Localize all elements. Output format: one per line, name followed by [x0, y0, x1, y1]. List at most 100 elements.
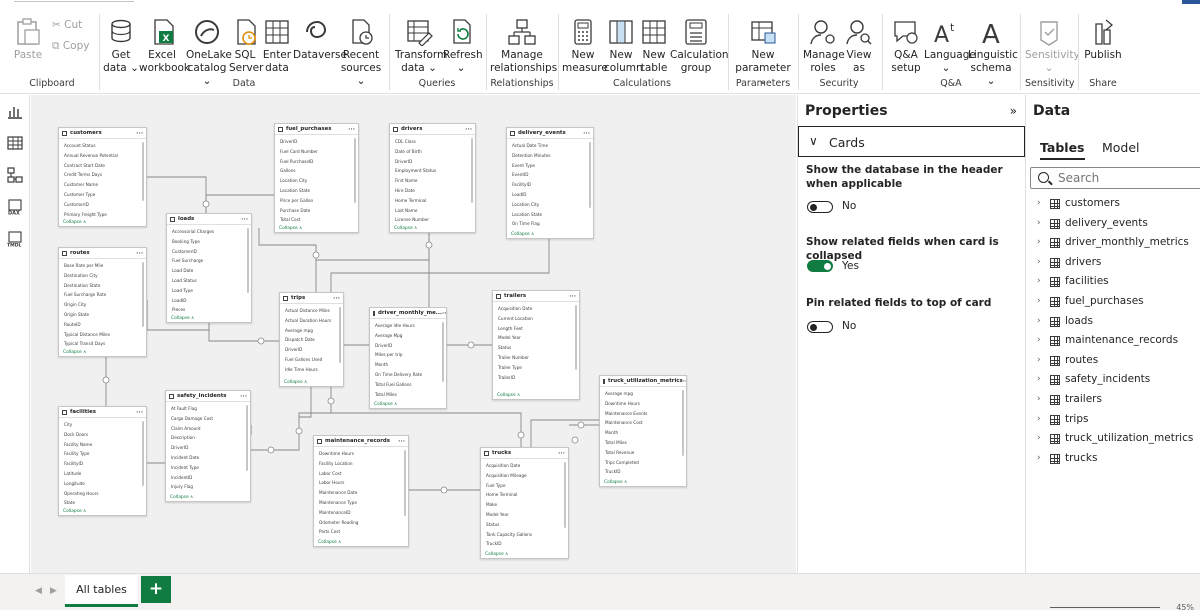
- data-table-item[interactable]: › trips: [1037, 412, 1197, 430]
- tab-model[interactable]: Model: [1102, 140, 1140, 155]
- field-item[interactable]: CustomerID: [172, 247, 246, 257]
- field-item[interactable]: On Time Flag: [512, 219, 588, 229]
- field-item[interactable]: Maintenance Events: [605, 409, 681, 419]
- collapse-link[interactable]: Collapse ∧: [63, 350, 86, 355]
- field-item[interactable]: Claim Amount: [171, 424, 245, 434]
- table-card-header[interactable]: routes ···: [59, 248, 146, 259]
- qa-setup-button[interactable]: Q&A setup: [888, 18, 924, 75]
- field-item[interactable]: Downtime Hours: [319, 449, 403, 459]
- field-item[interactable]: Home Terminal: [395, 196, 470, 206]
- field-item[interactable]: Trips Completed: [605, 458, 681, 468]
- collapse-link[interactable]: Collapse ∧: [279, 226, 302, 231]
- cardinality-marker[interactable]: [440, 486, 448, 494]
- more-options-icon[interactable]: ···: [569, 293, 576, 300]
- card-scrollbar[interactable]: [142, 262, 144, 327]
- collapse-link[interactable]: Collapse ∧: [497, 393, 520, 398]
- field-item[interactable]: Account Status: [64, 141, 141, 151]
- field-item[interactable]: Maintenance Type: [319, 498, 403, 508]
- tmdl-icon[interactable]: TMDL: [7, 231, 23, 247]
- field-item[interactable]: Total Revenue: [605, 448, 681, 458]
- table-card-fuel-purchases[interactable]: fuel_purchases ··· DriverID Fuel Card Numbe…: [274, 123, 359, 233]
- enter-data-button[interactable]: Enter data: [262, 18, 292, 75]
- field-item[interactable]: Actual Distance Miles: [285, 306, 338, 316]
- field-item[interactable]: Total Miles: [375, 390, 441, 400]
- relationship-line[interactable]: [530, 419, 599, 447]
- field-item[interactable]: Maintenance Date: [319, 488, 403, 498]
- field-item[interactable]: IncidentID: [171, 473, 245, 483]
- field-item[interactable]: DriverID: [280, 137, 353, 147]
- field-item[interactable]: FacilityID: [64, 459, 141, 469]
- field-item[interactable]: Location State: [512, 210, 588, 220]
- field-item[interactable]: Make: [486, 500, 563, 510]
- cardinality-marker[interactable]: [517, 431, 525, 439]
- more-options-icon[interactable]: ···: [241, 216, 248, 223]
- field-item[interactable]: DriverID: [171, 443, 245, 453]
- search-input[interactable]: [1058, 170, 1198, 186]
- table-card-trailers[interactable]: trailers ··· Acquisition Date Current Locat…: [492, 290, 580, 400]
- field-item[interactable]: Fuel Card Number: [280, 147, 353, 157]
- field-item[interactable]: Model Year: [498, 333, 574, 343]
- chevron-right-icon[interactable]: ›: [1037, 257, 1041, 267]
- data-table-item[interactable]: › fuel_purchases: [1037, 294, 1197, 312]
- paste-button[interactable]: Paste: [10, 18, 46, 62]
- field-item[interactable]: RouteID: [64, 320, 141, 330]
- cards-section-header[interactable]: ∨ Cards: [798, 126, 1025, 157]
- model-view-icon[interactable]: [7, 167, 23, 183]
- field-item[interactable]: Trailer Number: [498, 353, 574, 363]
- cardinality-marker[interactable]: [295, 427, 303, 435]
- transform-data-button[interactable]: Transform data ⌄: [395, 18, 447, 75]
- field-item[interactable]: Price per Gallon: [280, 196, 353, 206]
- table-card-truck-utilization-metrics[interactable]: truck_utilization_metrics···Average mpgD…: [599, 375, 687, 487]
- relationship-line[interactable]: [330, 239, 550, 292]
- table-card-header[interactable]: trailers ···: [493, 291, 579, 302]
- field-item[interactable]: Load Date: [172, 266, 246, 276]
- collapse-link[interactable]: Collapse ∧: [170, 495, 193, 500]
- field-item[interactable]: Hire Date: [395, 186, 470, 196]
- calculation-group-button[interactable]: Calculation group: [670, 18, 729, 75]
- card-scrollbar[interactable]: [246, 405, 248, 471]
- card-scrollbar[interactable]: [247, 228, 249, 293]
- field-item[interactable]: Fuel PurchaseID: [280, 157, 353, 167]
- report-view-icon[interactable]: [7, 103, 23, 119]
- tab-all-tables[interactable]: All tables: [65, 575, 138, 607]
- field-item[interactable]: Actual Date Time: [512, 141, 588, 151]
- tab-tables[interactable]: Tables: [1040, 140, 1085, 160]
- field-item[interactable]: Detention Minutes: [512, 151, 588, 161]
- chevron-right-icon[interactable]: ›: [1037, 218, 1041, 228]
- field-item[interactable]: Typical Distance Miles: [64, 330, 141, 340]
- field-item[interactable]: Annual Revenue Potential: [64, 151, 141, 161]
- table-card-header[interactable]: trips ···: [280, 293, 343, 304]
- chevron-right-icon[interactable]: ›: [1037, 453, 1041, 463]
- field-item[interactable]: Facility Name: [64, 440, 141, 450]
- field-item[interactable]: Cargo Damage Cost: [171, 414, 245, 424]
- card-scrollbar[interactable]: [339, 307, 341, 363]
- field-item[interactable]: TrailerID: [498, 373, 574, 383]
- next-page-arrow[interactable]: ▶: [50, 586, 57, 596]
- field-item[interactable]: Average Idle Hours: [375, 321, 441, 331]
- field-item[interactable]: Parts Cost: [319, 527, 403, 537]
- cardinality-marker[interactable]: [577, 421, 585, 429]
- field-item[interactable]: City: [64, 420, 141, 430]
- field-item[interactable]: Destination City: [64, 271, 141, 281]
- card-scrollbar[interactable]: [564, 462, 566, 528]
- cardinality-marker[interactable]: [467, 341, 475, 349]
- table-card-delivery-events[interactable]: delivery_events ··· Actual Date Time Detent…: [506, 127, 594, 239]
- chevron-right-icon[interactable]: ›: [1037, 414, 1041, 424]
- field-item[interactable]: LoadID: [512, 190, 588, 200]
- field-item[interactable]: FacilityID: [512, 180, 588, 190]
- field-item[interactable]: Date of Birth: [395, 147, 470, 157]
- field-item[interactable]: Acquisition Mileage: [486, 471, 563, 481]
- card-scrollbar[interactable]: [471, 138, 473, 203]
- field-item[interactable]: Primary Freight Type: [64, 210, 141, 220]
- data-table-item[interactable]: › safety_incidents: [1037, 372, 1197, 390]
- chevron-right-icon[interactable]: ›: [1037, 198, 1041, 208]
- card-scrollbar[interactable]: [575, 305, 577, 370]
- field-item[interactable]: Idle Time Hours: [285, 365, 338, 375]
- relationship-line[interactable]: [316, 233, 430, 261]
- field-item[interactable]: Facility Type: [64, 449, 141, 459]
- field-item[interactable]: Maintenance Cost: [605, 418, 681, 428]
- field-item[interactable]: Location City: [512, 200, 588, 210]
- field-item[interactable]: Average Mpg: [375, 331, 441, 341]
- data-table-item[interactable]: › facilities: [1037, 274, 1197, 292]
- table-card-trips[interactable]: trips ··· Actual Distance Miles Actual Dura…: [279, 292, 344, 387]
